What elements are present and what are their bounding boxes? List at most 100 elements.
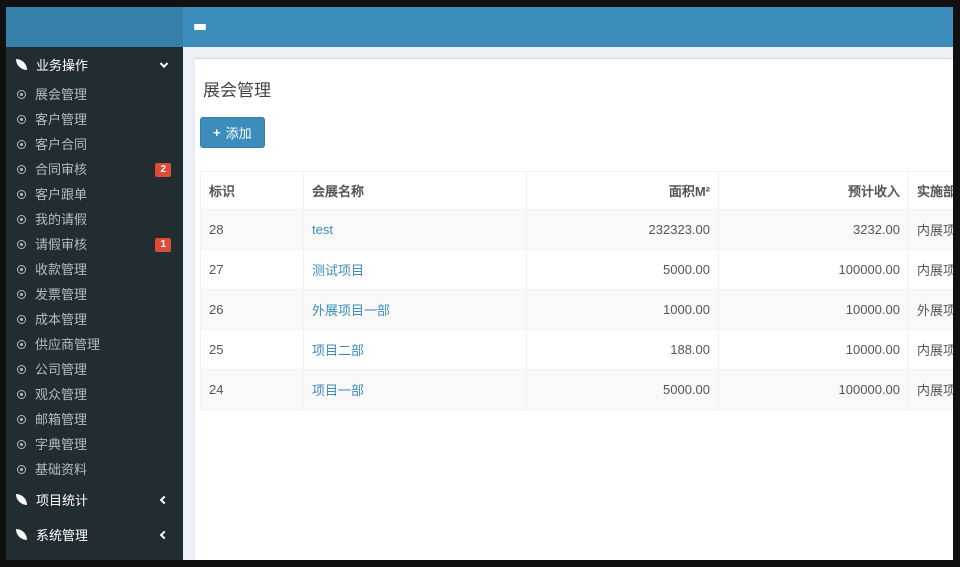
chevron-left-icon (159, 530, 169, 539)
table-cell: 28 (200, 209, 304, 250)
circle-dot-icon (17, 265, 26, 274)
table-cell: 188.00 (526, 329, 719, 370)
table-cell: 24 (200, 369, 304, 410)
sidebar-item[interactable]: 合同审核 2 (6, 157, 183, 182)
sidebar-item-label: 展会管理 (35, 87, 88, 102)
sidebar-item-label: 基础资料 (35, 462, 88, 477)
notification-badge: 2 (155, 162, 171, 177)
circle-dot-icon (17, 240, 26, 249)
sidebar-item-label: 收款管理 (35, 262, 88, 277)
sidebar-item[interactable]: 供应商管理 (6, 332, 183, 357)
circle-dot-icon (17, 390, 26, 399)
sidebar-nav: 业务操作展会管理客户管理客户合同合同审核 2 客户跟单我的请假请假审核 1 收款管理发票… (6, 47, 183, 560)
sidebar-section-1[interactable]: 业务操作 (6, 47, 183, 82)
sidebar-item-label: 请假审核 (35, 237, 88, 252)
circle-dot-icon (17, 140, 26, 149)
leaf-icon (16, 494, 27, 505)
sidebar-item[interactable]: 收款管理 (6, 257, 183, 282)
sidebar-item[interactable]: 客户合同 (6, 132, 183, 157)
sidebar-item[interactable]: 客户跟单 (6, 182, 183, 207)
sidebar-item[interactable]: 请假审核 1 (6, 232, 183, 257)
sidebar-item-label: 客户跟单 (35, 187, 88, 202)
sidebar-toggle-button[interactable] (183, 7, 217, 47)
exhibition-name-link[interactable]: 项目一部 (303, 369, 527, 410)
logo-area (6, 7, 183, 47)
table-cell: 内展项目 (908, 369, 953, 410)
sidebar-item[interactable]: 基础资料 (6, 457, 183, 482)
table-row: 27测试项目5000.00100000.00内展项目 (200, 249, 953, 290)
sidebar-item-label: 客户合同 (35, 137, 88, 152)
sidebar-item[interactable]: 公司管理 (6, 357, 183, 382)
circle-dot-icon (17, 90, 26, 99)
sidebar-item-label: 发票管理 (35, 287, 88, 302)
sidebar-item-label: 邮箱管理 (35, 412, 88, 427)
table-cell: 内展项目 (908, 249, 953, 290)
column-header: 面积M² (526, 171, 719, 210)
table-cell: 10000.00 (718, 289, 909, 330)
sidebar-item-label: 观众管理 (35, 387, 88, 402)
table-cell: 10000.00 (718, 329, 909, 370)
sidebar-section-3[interactable]: 系统管理 (6, 517, 183, 552)
circle-dot-icon (17, 340, 26, 349)
circle-dot-icon (17, 465, 26, 474)
circle-dot-icon (17, 415, 26, 424)
sidebar-item[interactable]: 客户管理 (6, 107, 183, 132)
exhibition-name-link[interactable]: 项目二部 (303, 329, 527, 370)
sidebar-item[interactable]: 我的请假 (6, 207, 183, 232)
app-window: 业务操作展会管理客户管理客户合同合同审核 2 客户跟单我的请假请假审核 1 收款管理发票… (6, 7, 953, 560)
circle-dot-icon (17, 165, 26, 174)
page-title: 展会管理 (203, 81, 271, 100)
navbar-main (183, 7, 953, 47)
circle-dot-icon (17, 215, 26, 224)
table-cell: 外展项目 (908, 289, 953, 330)
sidebar-item[interactable]: 字典管理 (6, 432, 183, 457)
table-row: 24项目一部5000.00100000.00内展项目 (200, 369, 953, 410)
sidebar-item-label: 合同审核 (35, 162, 88, 177)
circle-dot-icon (17, 290, 26, 299)
table-cell: 25 (200, 329, 304, 370)
sidebar-item[interactable]: 观众管理 (6, 382, 183, 407)
notification-badge: 1 (155, 237, 171, 252)
sidebar-item[interactable]: 成本管理 (6, 307, 183, 332)
table-cell: 5000.00 (526, 249, 719, 290)
chevron-down-icon (159, 59, 169, 68)
sidebar-item-label: 字典管理 (35, 437, 88, 452)
table-row: 28test232323.003232.00内展项目 (200, 209, 953, 250)
top-navbar (6, 7, 953, 47)
exhibition-name-link[interactable]: test (303, 209, 527, 250)
circle-dot-icon (17, 190, 26, 199)
sidebar-item[interactable]: 邮箱管理 (6, 407, 183, 432)
circle-dot-icon (17, 115, 26, 124)
chevron-left-icon (159, 495, 169, 504)
sidebar-menu: 业务操作展会管理客户管理客户合同合同审核 2 客户跟单我的请假请假审核 1 收款管理发票… (6, 47, 183, 552)
exhibition-name-link[interactable]: 外展项目一部 (303, 289, 527, 330)
sidebar-item-label: 公司管理 (35, 362, 88, 377)
table-header-row: 标识会展名称面积M²预计收入实施部门 (200, 171, 953, 210)
sidebar-item[interactable]: 发票管理 (6, 282, 183, 307)
table-cell: 100000.00 (718, 249, 909, 290)
exhibition-name-link[interactable]: 测试项目 (303, 249, 527, 290)
leaf-icon (16, 59, 27, 70)
leaf-icon (16, 529, 27, 540)
table-cell: 5000.00 (526, 369, 719, 410)
sidebar-section-label: 业务操作 (36, 58, 89, 73)
circle-dot-icon (17, 315, 26, 324)
column-header: 标识 (200, 171, 304, 210)
table-row: 25项目二部188.0010000.00内展项目 (200, 329, 953, 370)
screenshot-frame: { "topbar": { "hamburger_icon": "hamburg… (0, 0, 960, 567)
table-body: 28test232323.003232.00内展项目27测试项目5000.001… (200, 209, 953, 410)
table-cell: 100000.00 (718, 369, 909, 410)
sidebar-item-label: 供应商管理 (35, 337, 101, 352)
sidebar-item-label: 我的请假 (35, 212, 88, 227)
sidebar-item-label: 客户管理 (35, 112, 88, 127)
sidebar-section-2[interactable]: 项目统计 (6, 482, 183, 517)
table-cell: 1000.00 (526, 289, 719, 330)
add-button[interactable]: + 添加 (200, 117, 265, 148)
column-header: 实施部门 (908, 171, 953, 210)
circle-dot-icon (17, 365, 26, 374)
add-button-label: 添加 (225, 126, 252, 141)
sidebar-section-label: 系统管理 (36, 528, 89, 543)
sidebar-item[interactable]: 展会管理 (6, 82, 183, 107)
sidebar-item-label: 成本管理 (35, 312, 88, 327)
table-cell: 27 (200, 249, 304, 290)
